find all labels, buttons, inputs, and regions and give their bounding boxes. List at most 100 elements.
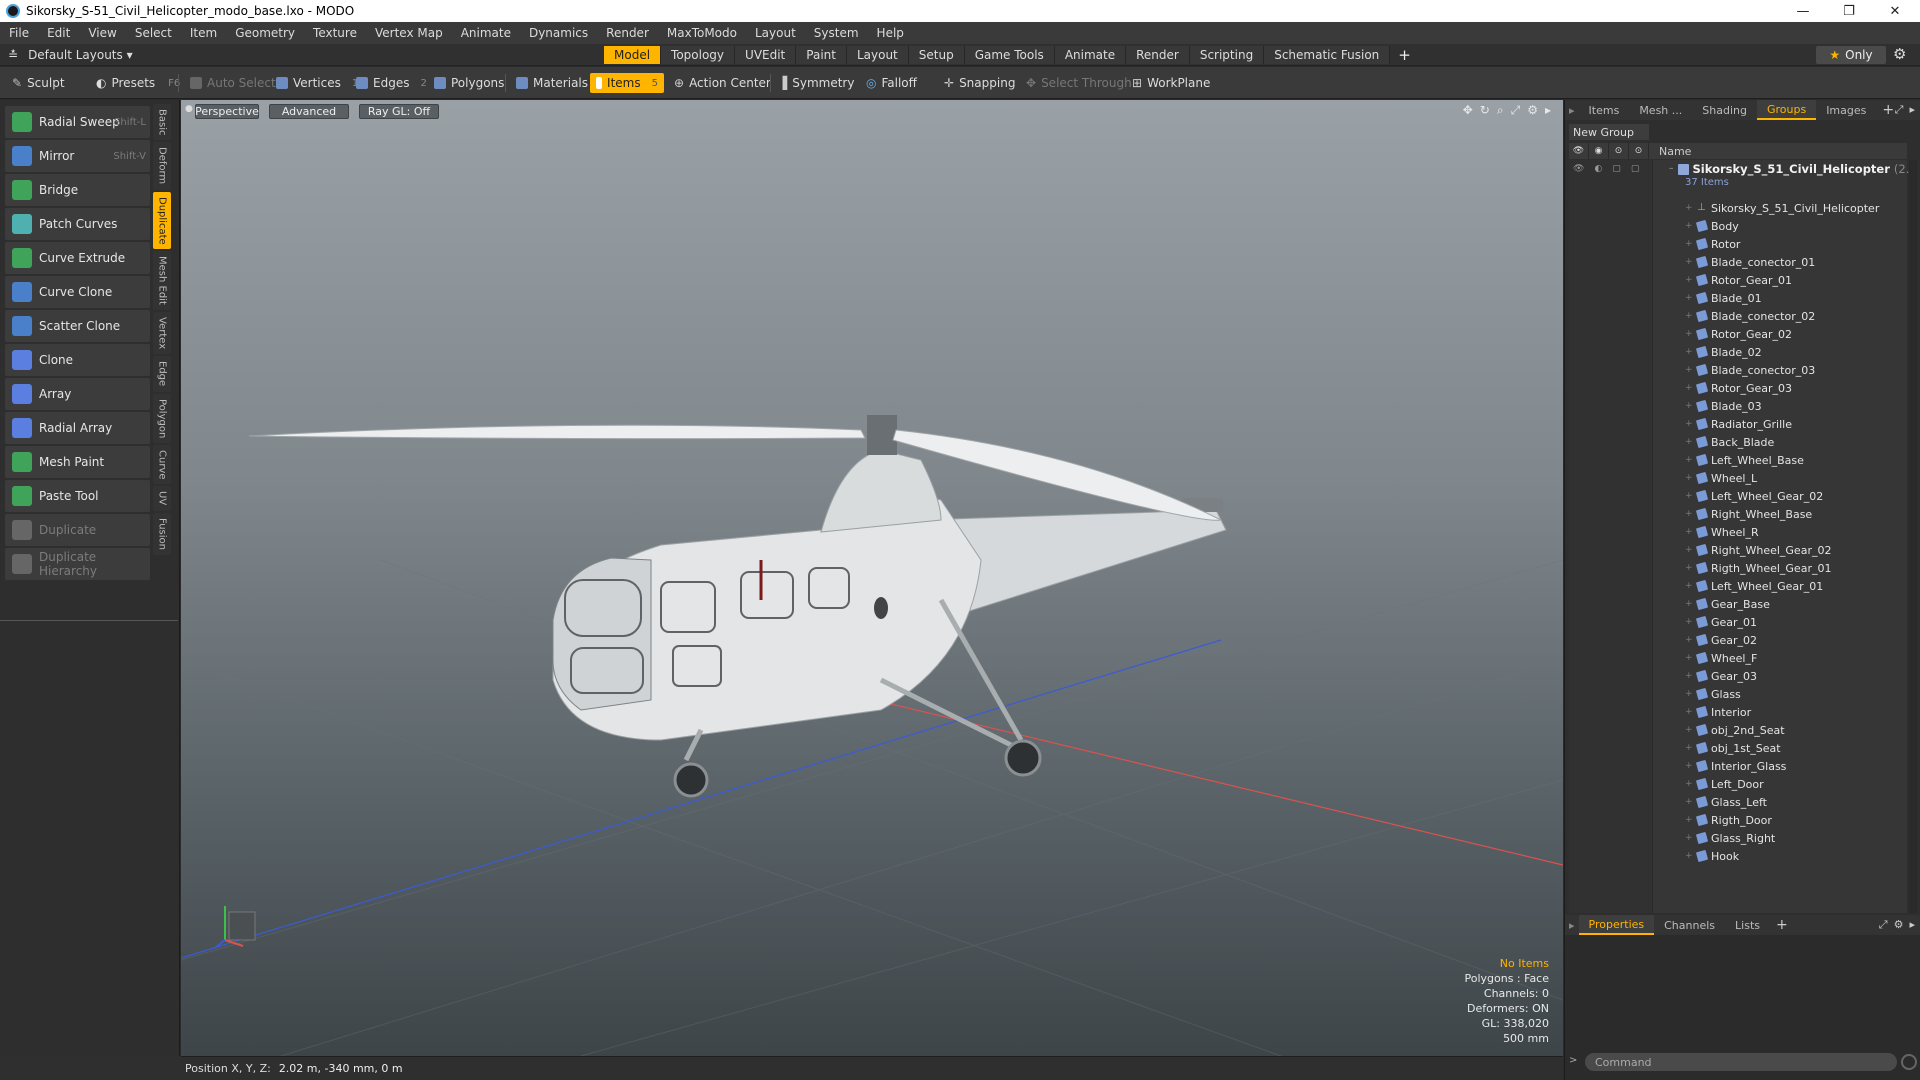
add-properties-tab-button[interactable]: + — [1770, 917, 1794, 933]
panel-arrow-icon[interactable]: ▸ — [1909, 103, 1915, 117]
tab-shading[interactable]: Shading — [1692, 100, 1757, 120]
tab-render[interactable]: Render — [1126, 46, 1190, 64]
group-list-item[interactable]: + Rigth_Wheel_Gear_01 — [1685, 559, 1831, 577]
collapse-icon[interactable]: – — [1669, 164, 1674, 174]
expand-icon[interactable]: + — [1685, 311, 1693, 321]
expand-icon[interactable]: + — [1685, 419, 1693, 429]
expand-icon[interactable]: + — [1685, 815, 1693, 825]
expand-icon[interactable]: + — [1685, 563, 1693, 573]
sculpt-button[interactable]: ✎ Sculpt — [6, 73, 71, 93]
select-through-button[interactable]: ✥ Select Through — [1020, 73, 1138, 93]
group-list-item[interactable]: + Interior — [1685, 703, 1751, 721]
expand-icon[interactable]: + — [1685, 581, 1693, 591]
group-list-item[interactable]: + Wheel_L — [1685, 469, 1757, 487]
tool-category-tab[interactable]: Deform — [153, 142, 171, 190]
group-list-item[interactable]: + Blade_conector_02 — [1685, 307, 1815, 325]
snapping-button[interactable]: ✛ Snapping — [938, 73, 1021, 93]
group-list-item[interactable]: + Blade_03 — [1685, 397, 1762, 415]
command-run-icon[interactable] — [1901, 1054, 1917, 1070]
viewport-menu-icon[interactable]: ● — [185, 104, 193, 114]
menu-vertex-map[interactable]: Vertex Map — [366, 26, 452, 40]
group-list-item[interactable]: + Radiator_Grille — [1685, 415, 1792, 433]
tool-category-tab[interactable]: Polygon — [153, 393, 171, 443]
lock-column-icon[interactable]: ⊙ — [1609, 143, 1629, 159]
menu-help[interactable]: Help — [868, 26, 913, 40]
tab-topology[interactable]: Topology — [661, 46, 736, 64]
maximize-button[interactable]: ❐ — [1826, 0, 1872, 22]
tab-channels[interactable]: Channels — [1654, 915, 1725, 935]
layout-selector[interactable]: ≛ Default Layouts ▾ — [8, 47, 133, 63]
tool-category-tab[interactable]: Basic — [153, 104, 171, 141]
expand-icon[interactable]: + — [1685, 221, 1693, 231]
expand-properties-icon[interactable]: ⤢ — [1879, 918, 1888, 932]
menu-render[interactable]: Render — [597, 26, 658, 40]
tool-category-tab[interactable]: Duplicate — [153, 191, 171, 250]
move-view-icon[interactable]: ✥ — [1463, 103, 1473, 118]
tab-animate[interactable]: Animate — [1054, 46, 1127, 64]
expand-icon[interactable]: + — [1685, 257, 1693, 267]
tool-button[interactable]: Mesh Paint — [5, 446, 150, 478]
tool-category-tab[interactable]: Edge — [153, 356, 171, 392]
group-list-item[interactable]: + Gear_02 — [1685, 631, 1757, 649]
polygons-button[interactable]: Polygons — [428, 73, 510, 93]
rotate-view-icon[interactable]: ↻ — [1480, 103, 1490, 118]
command-history-icon[interactable]: > — [1569, 1055, 1577, 1066]
tab-paint[interactable]: Paint — [796, 46, 847, 64]
group-list-item[interactable]: + Back_Blade — [1685, 433, 1774, 451]
edges-button[interactable]: Edges 2 — [350, 73, 433, 93]
only-toggle[interactable]: ★ Only — [1816, 46, 1886, 64]
tool-category-tab[interactable]: Fusion — [153, 512, 171, 555]
tab-uvedit[interactable]: UVEdit — [735, 46, 797, 64]
tool-button[interactable]: Scatter Clone — [5, 310, 150, 342]
expand-icon[interactable]: + — [1685, 527, 1693, 537]
tool-category-tab[interactable]: UV — [153, 486, 171, 511]
menu-dynamics[interactable]: Dynamics — [520, 26, 597, 40]
root-select-icon[interactable]: ▢ — [1631, 164, 1640, 174]
tool-button[interactable]: Mirror Shift-V — [5, 140, 150, 172]
group-list-item[interactable]: + Glass_Left — [1685, 793, 1767, 811]
render-column-icon[interactable]: ◉ — [1589, 143, 1609, 159]
tool-category-tab[interactable]: Mesh Edit — [153, 251, 171, 311]
expand-icon[interactable]: + — [1685, 743, 1693, 753]
menu-layout[interactable]: Layout — [746, 26, 805, 40]
tab-images[interactable]: Images — [1816, 100, 1876, 120]
tool-button[interactable]: Paste Tool — [5, 480, 150, 512]
expand-icon[interactable]: + — [1685, 329, 1693, 339]
command-input[interactable]: Command — [1585, 1053, 1897, 1071]
group-list-item[interactable]: + Right_Wheel_Base — [1685, 505, 1812, 523]
group-list-item[interactable]: + Left_Wheel_Base — [1685, 451, 1804, 469]
expand-icon[interactable]: + — [1685, 689, 1693, 699]
expand-icon[interactable]: + — [1685, 491, 1693, 501]
group-list-item[interactable]: + Blade_conector_01 — [1685, 253, 1815, 271]
tool-button[interactable]: Patch Curves — [5, 208, 150, 240]
expand-icon[interactable]: + — [1685, 473, 1693, 483]
group-list-item[interactable]: + Body — [1685, 217, 1739, 235]
properties-gear-icon[interactable]: ⚙ — [1894, 918, 1904, 932]
group-list-item[interactable]: + Gear_Base — [1685, 595, 1770, 613]
expand-icon[interactable]: + — [1685, 725, 1693, 735]
group-list-item[interactable]: + Gear_01 — [1685, 613, 1757, 631]
group-root[interactable]: – Sikorsky_S_51_Civil_Helicopter (2... 3… — [1669, 162, 1917, 188]
expand-icon[interactable]: + — [1685, 437, 1693, 447]
raygl-button[interactable]: Ray GL: Off — [359, 104, 439, 119]
expand-icon[interactable]: + — [1685, 293, 1693, 303]
group-list-item[interactable]: + Rigth_Door — [1685, 811, 1772, 829]
group-list-item[interactable]: + Interior_Glass — [1685, 757, 1786, 775]
helicopter-model[interactable] — [248, 415, 1227, 798]
expand-icon[interactable]: + — [1685, 275, 1693, 285]
tab-groups[interactable]: Groups — [1756, 100, 1817, 120]
group-list-item[interactable]: + Left_Door — [1685, 775, 1764, 793]
expand-icon[interactable]: + — [1685, 599, 1693, 609]
group-list-item[interactable]: + obj_2nd_Seat — [1685, 721, 1785, 739]
menu-system[interactable]: System — [805, 26, 868, 40]
view-mode-button[interactable]: Perspective — [195, 104, 259, 119]
expand-icon[interactable]: + — [1685, 779, 1693, 789]
expand-icon[interactable]: + — [1685, 833, 1693, 843]
add-tab-button[interactable]: + — [1390, 46, 1419, 64]
visibility-column-icon[interactable]: 👁 — [1569, 143, 1589, 159]
group-list-item[interactable]: + obj_1st_Seat — [1685, 739, 1781, 757]
layout-collapse-icon[interactable]: ≛ — [8, 48, 18, 62]
tab-scripting[interactable]: Scripting — [1189, 46, 1265, 64]
action-center-button[interactable]: ⊕ Action Center — [668, 73, 777, 93]
panel-menu-icon[interactable]: ▸ — [1565, 100, 1579, 120]
